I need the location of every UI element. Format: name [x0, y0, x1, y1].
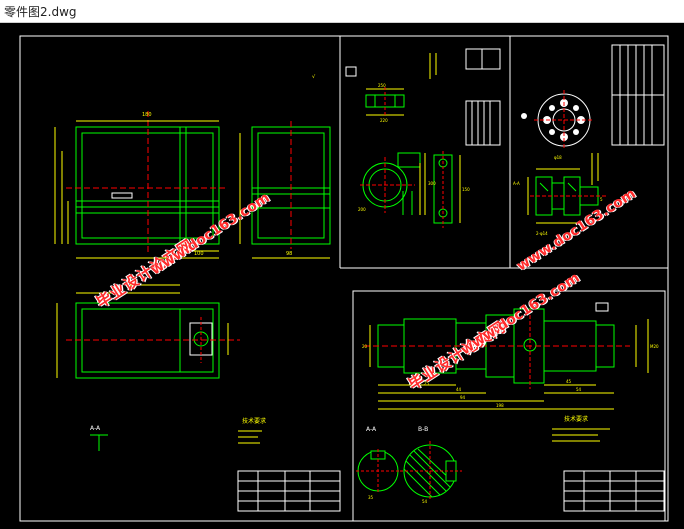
cad-drawing-canvas[interactable]: 180 100 98 A-A 技术要求 √ 250 220 200 300 15…: [0, 23, 684, 525]
note-lines: [238, 430, 262, 444]
sheet2-top-view: 250 220: [365, 83, 405, 123]
note-lines: [429, 53, 437, 79]
note-title: 技术要求: [564, 415, 588, 423]
dim-text: 94: [460, 395, 466, 400]
sheet2-front-view: [360, 152, 426, 215]
title-block-3: [611, 44, 665, 146]
dim-text: 250: [378, 83, 386, 88]
note-title: 技术要求: [242, 417, 266, 425]
title-block-2: [465, 48, 501, 146]
section-label: B-B: [418, 426, 428, 433]
section-label: A-A: [366, 426, 377, 433]
sheet1-side-view: 98: [239, 121, 331, 259]
sheet4-section-b: [400, 441, 462, 501]
dim-text: 198: [496, 403, 504, 408]
dim-text: 2-φ14: [536, 231, 548, 236]
title-block-1: [237, 470, 341, 512]
sheet4-section-a: [356, 449, 400, 493]
dim-text: 150: [462, 187, 470, 192]
section-label: A-A: [90, 425, 101, 432]
sheet1-top-view: [56, 284, 240, 379]
document-title: 零件图2.dwg: [4, 5, 77, 19]
section-mark: [90, 434, 108, 451]
dim-text: 98: [286, 251, 292, 257]
dim-text: 44: [456, 387, 462, 392]
dim-text: 54: [576, 387, 582, 392]
section-label: A-A: [513, 181, 520, 186]
dim-text: 5: [600, 197, 603, 202]
sheet3-flange-view: [521, 90, 594, 150]
marker-box: [595, 302, 609, 312]
dim-text: φ18: [554, 155, 562, 160]
marker-box: [345, 66, 357, 77]
roughness-mark: √: [312, 74, 316, 80]
dim-text: 20: [362, 344, 368, 349]
dim-text: 45: [566, 379, 572, 384]
note-lines: [591, 153, 599, 185]
window-titlebar: 零件图2.dwg: [0, 0, 684, 23]
dim-text: 220: [380, 118, 388, 123]
dim-text: 200: [358, 207, 366, 212]
note-lines: [552, 428, 610, 442]
dim-text: 180: [142, 112, 152, 118]
dim-text: 54: [422, 499, 428, 504]
sheet2-side-view: [433, 151, 461, 228]
title-block-4: [563, 470, 665, 512]
dim-text: M20: [650, 344, 659, 349]
dim-text: 300: [428, 181, 436, 186]
cad-drawing-svg[interactable]: 180 100 98 A-A 技术要求 √ 250 220 200 300 15…: [0, 23, 684, 525]
dim-text: 35: [368, 495, 374, 500]
